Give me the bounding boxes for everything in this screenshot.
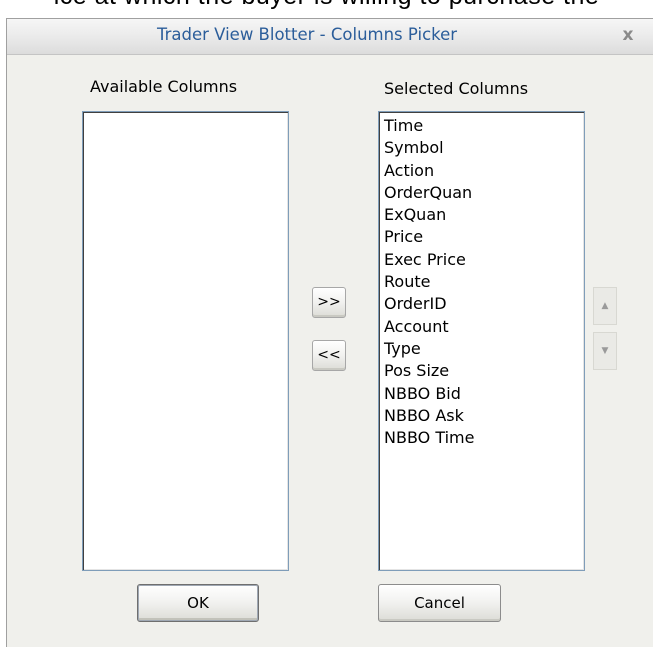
- list-item[interactable]: ExQuan: [384, 204, 474, 226]
- list-item[interactable]: NBBO Ask: [384, 405, 474, 427]
- move-down-button[interactable]: ▼: [593, 332, 617, 370]
- list-item[interactable]: Symbol: [384, 137, 474, 159]
- list-item[interactable]: Type: [384, 338, 474, 360]
- close-icon[interactable]: x: [618, 24, 638, 46]
- available-columns-list[interactable]: [82, 111, 289, 571]
- remove-column-button[interactable]: <<: [312, 340, 346, 371]
- window-title: Trader View Blotter - Columns Picker: [156, 25, 458, 44]
- list-item[interactable]: NBBO Bid: [384, 383, 474, 405]
- add-column-button[interactable]: >>: [312, 287, 346, 318]
- list-item[interactable]: Account: [384, 316, 474, 338]
- columns-picker-dialog: Trader View Blotter - Columns Picker x A…: [6, 18, 653, 647]
- list-item[interactable]: Price: [384, 226, 474, 248]
- selected-columns-list[interactable]: Time Symbol Action OrderQuan ExQuan Price Exec…: [378, 111, 585, 571]
- arrow-down-icon: ▼: [601, 346, 609, 356]
- list-item[interactable]: Action: [384, 160, 474, 182]
- list-item[interactable]: Exec Price: [384, 249, 474, 271]
- list-item[interactable]: OrderQuan: [384, 182, 474, 204]
- background-document-text: ice at which the buyer is willing to pur…: [0, 0, 653, 11]
- cancel-button[interactable]: Cancel: [378, 584, 501, 622]
- list-item[interactable]: NBBO Time: [384, 427, 474, 449]
- move-up-button[interactable]: ▲: [593, 287, 617, 325]
- available-columns-label: Available Columns: [90, 77, 238, 96]
- title-bar[interactable]: Trader View Blotter - Columns Picker x: [7, 19, 653, 55]
- list-item[interactable]: Time: [384, 115, 474, 137]
- list-item[interactable]: OrderID: [384, 293, 474, 315]
- ok-button[interactable]: OK: [137, 584, 259, 622]
- selected-columns-items: Time Symbol Action OrderQuan ExQuan Price Exec…: [384, 115, 474, 449]
- list-item[interactable]: Pos Size: [384, 360, 474, 382]
- selected-columns-label: Selected Columns: [384, 79, 529, 98]
- list-item[interactable]: Route: [384, 271, 474, 293]
- arrow-up-icon: ▲: [601, 301, 609, 311]
